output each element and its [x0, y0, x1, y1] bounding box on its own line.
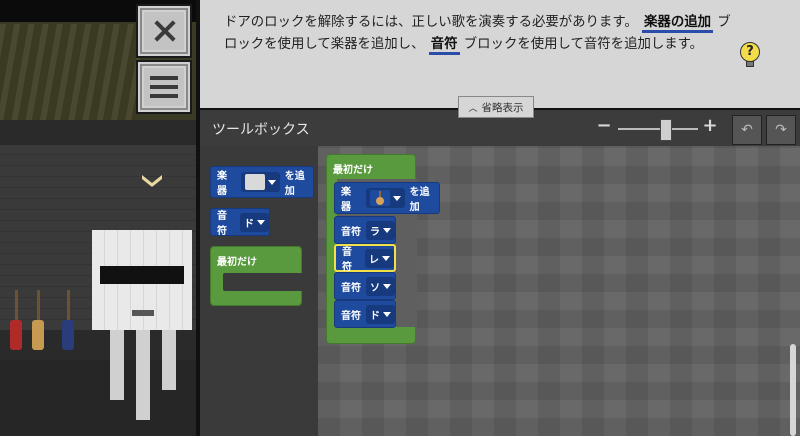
menu-icon	[144, 68, 184, 106]
toolbox-title: ツールボックス	[212, 122, 310, 138]
instruction-panel: ドアのロックを解除するには、正しい歌を演奏する必要があります。 楽器の追加 ブロ…	[196, 0, 800, 108]
toolbox-start-block[interactable]: 最初だけ	[210, 246, 303, 306]
note-dropdown[interactable]: ラ	[366, 220, 395, 240]
toolbox-panel: 楽器 を追加 音符 ド 最初だけ	[196, 146, 318, 436]
instruction-text: ドアのロックを解除するには、正しい歌を演奏する必要があります。 楽器の追加 ブロ…	[224, 12, 734, 56]
zoom-slider-track[interactable]	[618, 128, 698, 130]
zoom-out-button[interactable]: −	[596, 117, 612, 135]
menu-button[interactable]	[136, 60, 192, 114]
keyword-note[interactable]: 音符	[428, 37, 460, 55]
zoom-in-button[interactable]: +	[702, 117, 718, 135]
zoom-slider-thumb[interactable]	[660, 119, 672, 141]
collapse-button[interactable]: ︿ 省略表示	[458, 96, 534, 118]
guitar-red-icon	[10, 290, 22, 360]
note-block[interactable]: 音符 ド	[334, 300, 396, 328]
code-workspace[interactable]: 最初だけ 楽器 を追加 音符 ラ 音符 レ 音符 ソ 音符 ド	[318, 146, 800, 436]
note-dropdown[interactable]: ド	[240, 212, 269, 232]
note-block[interactable]: 音符 ラ	[334, 216, 396, 244]
keyword-add-instrument[interactable]: 楽器の追加	[642, 15, 713, 33]
guitar-blue-icon	[62, 290, 74, 360]
undo-button[interactable]: ↶	[732, 115, 762, 145]
hint-bulb-icon[interactable]: ?	[740, 42, 760, 68]
note-dropdown[interactable]: レ	[365, 248, 394, 268]
workspace-scrollbar[interactable]	[790, 344, 796, 436]
note-dropdown[interactable]: ド	[366, 304, 395, 324]
add-instrument-block[interactable]: 楽器 を追加	[334, 182, 440, 214]
drum-icon	[244, 174, 265, 190]
toolbox-note-block[interactable]: 音符 ド	[210, 208, 270, 237]
ceiling-pattern	[0, 24, 140, 120]
note-dropdown[interactable]: ソ	[366, 276, 395, 296]
close-icon	[154, 20, 176, 42]
app-root: ドアのロックを解除するには、正しい歌を演奏する必要があります。 楽器の追加 ブロ…	[0, 0, 800, 436]
redo-button[interactable]: ↷	[766, 115, 796, 145]
note-block-selected[interactable]: 音符 レ	[334, 244, 396, 273]
chevron-up-icon: ︿	[468, 103, 478, 114]
chevron-down-icon	[142, 175, 162, 187]
note-block[interactable]: 音符 ソ	[334, 272, 396, 300]
guitar-icon	[369, 190, 390, 206]
guitar-acoustic-icon	[32, 290, 44, 360]
ghast-character	[92, 230, 192, 420]
toolbox-add-instrument-block[interactable]: 楽器 を追加	[210, 166, 314, 198]
close-button[interactable]	[136, 4, 192, 58]
instrument-dropdown[interactable]	[240, 172, 280, 192]
instrument-dropdown[interactable]	[365, 188, 405, 208]
sunglasses-icon	[100, 266, 184, 284]
